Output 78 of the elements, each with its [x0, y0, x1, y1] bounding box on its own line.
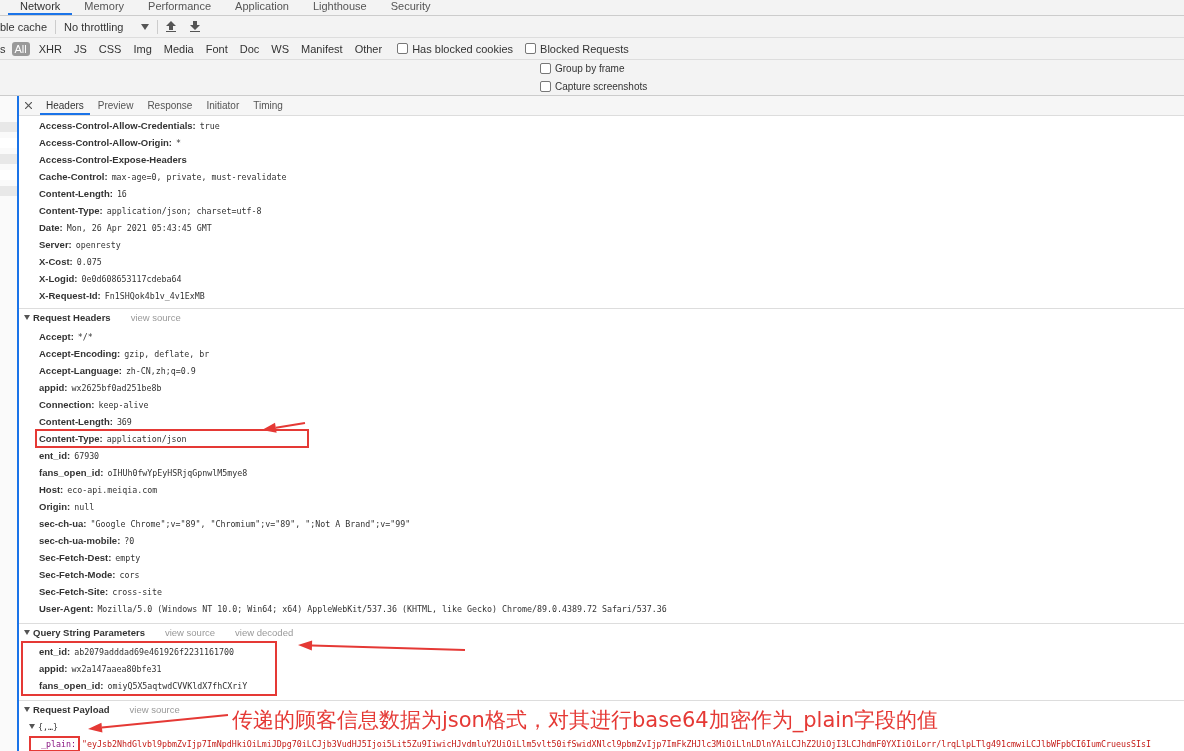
header-entry: Content-Length: 16: [38, 187, 128, 200]
header-entry: User-Agent: Mozilla/5.0 (Windows NT 10.0; Win64; x64) AppleWebKit/537.36 (KHTML, like Gecko) Chrome/89.0.4389.72 Safari/537.36: [38, 602, 668, 615]
header-entry: Content-Type: application/json: [37, 431, 307, 446]
checkbox[interactable]: [540, 80, 551, 92]
payload-summary[interactable]: {,…}: [38, 721, 58, 732]
header-entry: Sec-Fetch-Mode: cors: [38, 568, 141, 581]
expand-triangle-icon[interactable]: [24, 630, 30, 635]
header-entry: fans_open_id: omiyQ5X5aqtwdCVVKldX7fhCXriY: [38, 679, 249, 692]
header-entry: Access-Control-Expose-Headers: [38, 153, 188, 166]
header-entry: Accept-Language: zh-CN,zh;q=0.9: [38, 364, 197, 377]
panel-tab[interactable]: Performance: [136, 0, 224, 15]
checkbox-label: Has blocked cookies: [412, 42, 514, 55]
payload-key: _plain:: [31, 737, 78, 750]
header-entry: Connection: keep-alive: [38, 398, 150, 411]
panel-tab[interactable]: Memory: [72, 0, 137, 15]
header-entry: appid: wx2625bf0ad251be8b: [38, 381, 163, 394]
checkbox[interactable]: [540, 63, 551, 75]
panel-tab[interactable]: Security: [378, 0, 443, 15]
filter-type[interactable]: Img: [130, 41, 155, 56]
header-entry: Access-Control-Allow-Origin: *: [38, 136, 182, 149]
header-entry: appid: wx2a147aaea80bfe31: [38, 662, 163, 675]
detail-tab[interactable]: Response: [141, 96, 199, 115]
filter-type[interactable]: Manifest: [298, 41, 346, 56]
filter-type[interactable]: CSS: [95, 41, 125, 56]
filter-type[interactable]: Other: [351, 41, 386, 56]
header-entry: Accept-Encoding: gzip, deflate, br: [38, 347, 211, 360]
header-entry: Host: eco-api.meiqia.com: [38, 483, 159, 496]
header-entry: Date: Mon, 26 Apr 2021 05:43:45 GMT: [38, 221, 213, 234]
header-entry: sec-ch-ua: "Google Chrome";v="89", "Chromium";v="89", ";Not A Brand";v="99": [38, 517, 412, 530]
download-icon[interactable]: [190, 21, 201, 32]
filter-type[interactable]: JS: [70, 41, 90, 56]
expand-triangle-icon[interactable]: [24, 707, 30, 712]
header-entry: Accept: */*: [38, 330, 94, 343]
detail-tab[interactable]: Preview: [91, 96, 140, 115]
section-title[interactable]: Request Headers: [33, 312, 111, 323]
header-entry: fans_open_id: oIHUh0fwYpEyHSRjqGpnwlM5mye8: [38, 466, 249, 479]
header-entry: Sec-Fetch-Dest: empty: [38, 551, 142, 564]
header-entry: ent_id: ab2079adddad69e461926f2231161700: [38, 645, 235, 658]
header-entry: X-Request-Id: Fn1SHQok4b1v_4v1ExMB: [38, 289, 206, 302]
header-entry: Cache-Control: max-age=0, private, must-revalidate: [38, 170, 288, 183]
filter-type[interactable]: XHR: [35, 41, 65, 56]
filter-type[interactable]: WS: [268, 41, 293, 56]
dropdown-caret-icon: [141, 23, 150, 30]
throttling-select[interactable]: No throttling: [64, 20, 150, 33]
checkbox-label: Blocked Requests: [540, 42, 629, 55]
checkbox-label: Group by frame: [555, 63, 625, 75]
checkbox-label: Capture screenshots: [555, 80, 648, 92]
detail-tab[interactable]: Initiator: [200, 96, 246, 115]
filter-type[interactable]: Font: [202, 41, 231, 56]
upload-icon[interactable]: [166, 21, 177, 32]
filter-type[interactable]: Doc: [236, 41, 263, 56]
detail-tab[interactable]: Headers: [40, 96, 90, 115]
cache-label[interactable]: ble cache: [0, 20, 48, 33]
expand-triangle-icon[interactable]: [24, 315, 30, 320]
section-title[interactable]: Request Payload: [33, 704, 110, 715]
header-entry: Origin: null: [38, 500, 96, 513]
filter-type[interactable]: Media: [160, 41, 197, 56]
panel-tab[interactable]: Application: [223, 0, 301, 15]
header-entry: X-Cost: 0.075: [38, 255, 103, 268]
filter-label: s: [0, 42, 6, 55]
header-entry: X-Logid: 0e0d608653117cdeba64: [38, 272, 183, 285]
detail-tab[interactable]: Timing: [247, 96, 289, 115]
annotation-arrow: [262, 422, 306, 433]
section-title[interactable]: Query String Parameters: [33, 627, 145, 638]
panel-tab[interactable]: Lighthouse: [300, 0, 379, 15]
header-entry: Content-Length: 369: [38, 415, 133, 428]
header-entry: Sec-Fetch-Site: cross-site: [38, 585, 164, 598]
checkbox[interactable]: [525, 43, 537, 54]
header-entry: Access-Control-Allow-Credentials: true: [38, 119, 221, 132]
expand-triangle-icon[interactable]: [29, 724, 35, 729]
annotation-caption: 传递的顾客信息数据为json格式，对其进行base64加密作为_plain字段的值: [232, 707, 939, 734]
header-entry: Content-Type: application/json; charset=utf-8: [38, 204, 263, 217]
header-entry: Server: openresty: [38, 238, 122, 251]
header-entry: ent_id: 67930: [38, 449, 101, 462]
checkbox[interactable]: [397, 43, 409, 54]
header-entry: sec-ch-ua-mobile: ?0: [38, 534, 136, 547]
payload-value: "eyJsb2NhdGlvbl9pbmZvIjp7ImNpdHkiOiLmiJDpg70iLCJjb3VudHJ5Ijoi5Lit5Zu9IiwicHJvdmluY2UiOiLlm5vlt50ifSwidXNlcl9pbmZvIjp7ImFkZHJlc3MiOiLlnLDlnYAiLCJhZ2UiOjI3LCJhdmF0YXIiOiLorr/lrqLlpLTlg491cmwiLCJlbWFpbCI6IumCrueusSIsI: [81, 738, 1151, 749]
close-icon[interactable]: [25, 102, 32, 109]
